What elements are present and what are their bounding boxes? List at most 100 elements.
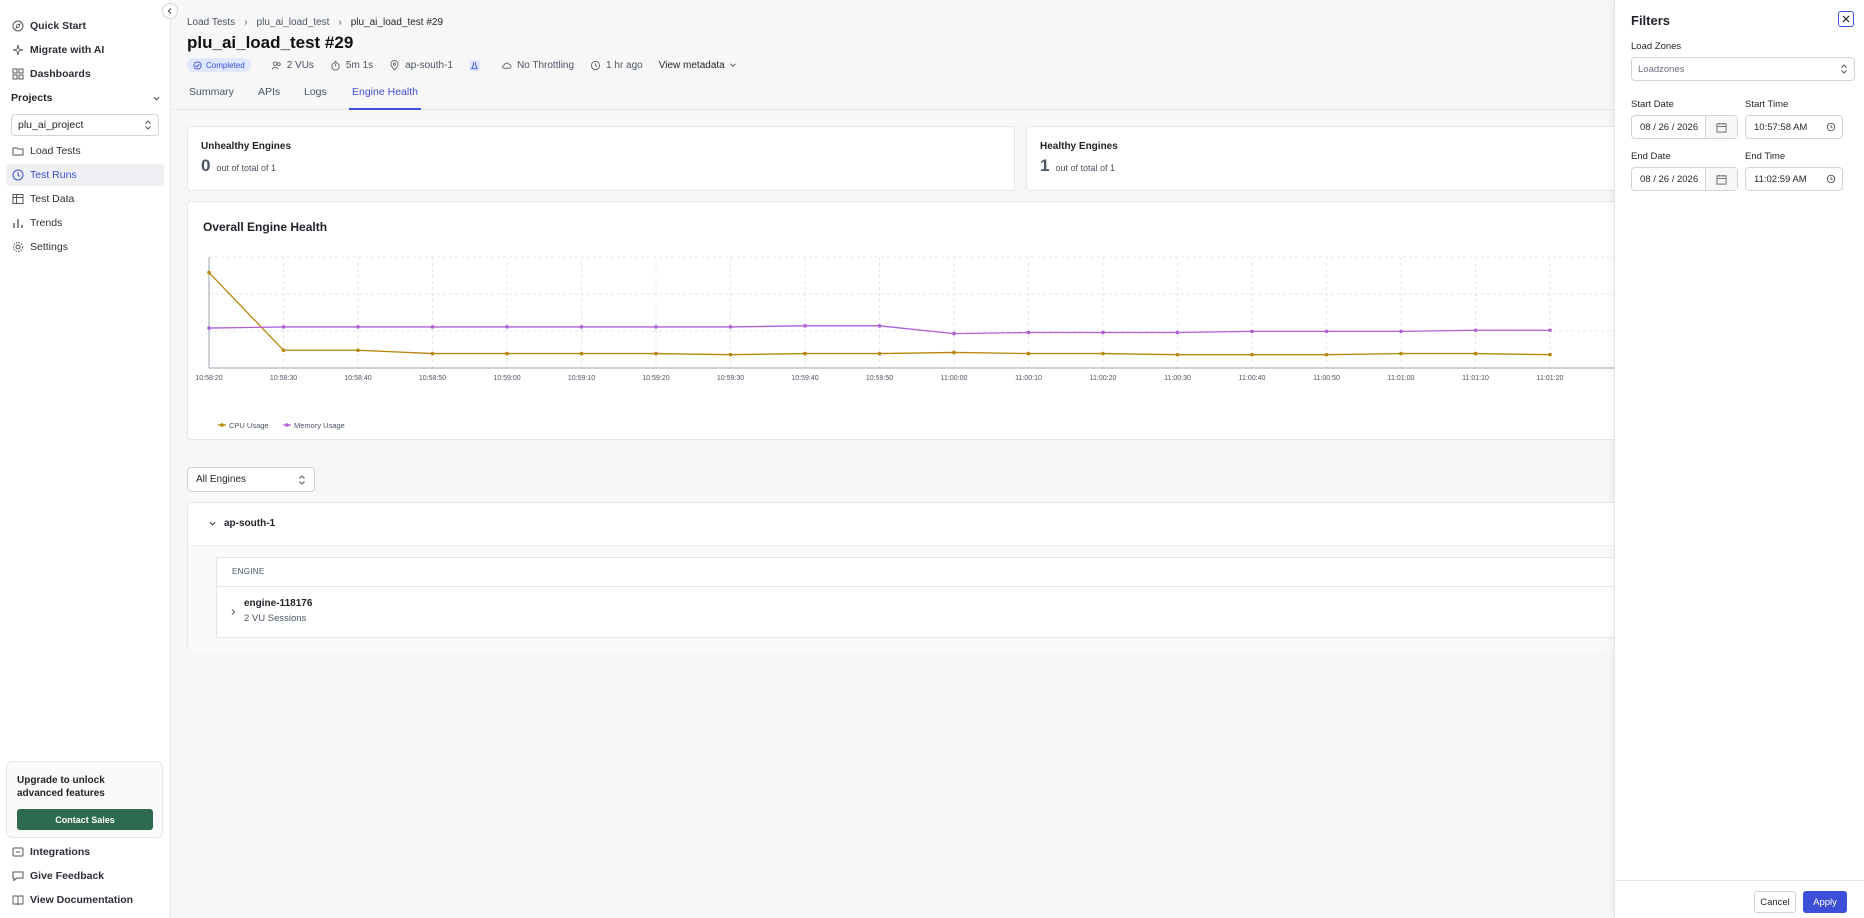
project-select[interactable]: plu_ai_project [11, 114, 159, 136]
compass-icon [12, 20, 24, 32]
breadcrumb-link[interactable]: Load Tests [187, 17, 235, 28]
calendar-icon[interactable] [1705, 168, 1737, 190]
data-point [728, 352, 733, 357]
x-tick-label: 11:00:20 [1090, 375, 1117, 382]
chevron-down-icon [153, 96, 160, 101]
start-date-input[interactable]: 08 / 26 / 2026 [1631, 115, 1738, 139]
sidebar-item-label: View Documentation [30, 894, 134, 906]
engines-filter-select[interactable]: All Engines [187, 467, 315, 492]
chat-icon [12, 871, 24, 882]
load-zones-select[interactable]: Loadzones [1631, 57, 1855, 81]
x-tick-label: 11:00:40 [1239, 375, 1266, 382]
clock-icon [1826, 122, 1836, 132]
book-icon [12, 895, 24, 906]
sidebar-item-integrations[interactable]: Integrations [6, 841, 164, 863]
folder-icon [12, 147, 24, 156]
grid-icon [12, 68, 24, 80]
run-metadata: Completed 2 VUs 5m 1s ap-south-1 No Thro… [187, 58, 758, 72]
main-content: Load Tests › plu_ai_load_test › plu_ai_l… [172, 0, 1629, 918]
chevron-down-icon [729, 63, 736, 67]
sidebar-item-migrate-with-ai[interactable]: Migrate with AI [6, 39, 164, 61]
sidebar-item-load-tests[interactable]: Load Tests [6, 140, 164, 162]
tab-summary[interactable]: Summary [186, 84, 237, 110]
end-date-input[interactable]: 08 / 26 / 2026 [1631, 167, 1738, 191]
load-zones-placeholder: Loadzones [1638, 63, 1685, 75]
duration-info: 5m 1s [330, 60, 373, 71]
data-point [356, 348, 360, 353]
data-point [1175, 330, 1180, 335]
data-point [281, 325, 286, 329]
cancel-button[interactable]: Cancel [1754, 891, 1796, 913]
sidebar-item-settings[interactable]: Settings [6, 236, 164, 258]
filters-panel: Filters Load Zones Loadzones Start Date … [1614, 0, 1864, 918]
projects-header[interactable]: Projects [11, 92, 161, 104]
x-tick-label: 11:01:00 [1388, 375, 1415, 382]
x-tick-label: 11:01:20 [1537, 375, 1564, 382]
start-time-label: Start Time [1745, 99, 1789, 110]
sidebar-item-label: Migrate with AI [30, 44, 105, 56]
x-tick-label: 10:59:20 [642, 375, 669, 382]
calendar-icon[interactable] [1705, 116, 1737, 138]
sidebar-item-quick-start[interactable]: Quick Start [6, 15, 164, 37]
region-group-toggle[interactable]: ap-south-1 [208, 518, 275, 529]
clock-icon [1826, 174, 1836, 184]
updown-icon [1841, 64, 1847, 74]
vus-info: 2 VUs [271, 60, 314, 71]
upgrade-card: Upgrade to unlock advanced features Cont… [6, 761, 163, 838]
sidebar-item-give-feedback[interactable]: Give Feedback [6, 865, 164, 887]
collapse-sidebar-button[interactable] [162, 3, 178, 19]
tab-bar: Summary APIs Logs Engine Health [172, 84, 1616, 110]
healthy-label: Healthy Engines [1040, 141, 1118, 152]
data-point [803, 324, 807, 328]
tab-apis[interactable]: APIs [255, 84, 283, 110]
data-point [505, 325, 509, 329]
upgrade-text: Upgrade to unlock advanced features [17, 775, 105, 799]
data-point [654, 325, 658, 329]
engines-filter-value: All Engines [196, 474, 247, 485]
breadcrumb-link[interactable]: plu_ai_load_test [257, 17, 330, 28]
legend-label: Memory Usage [294, 421, 345, 430]
bar-chart-icon [13, 219, 23, 228]
breadcrumb: Load Tests › plu_ai_load_test › plu_ai_l… [187, 17, 443, 28]
throttling-info: No Throttling [501, 60, 574, 71]
data-point [1101, 330, 1105, 335]
region-info: ap-south-1 [389, 60, 453, 71]
data-point [430, 351, 435, 356]
sidebar-item-dashboards[interactable]: Dashboards [6, 63, 164, 85]
sidebar-item-view-documentation[interactable]: View Documentation [6, 889, 164, 911]
sparkle-icon [12, 44, 24, 56]
data-point [1548, 352, 1552, 357]
time-ago-text: 1 hr ago [606, 59, 643, 71]
data-point [728, 325, 733, 329]
start-time-input[interactable]: 10:57:58 AM [1745, 115, 1843, 139]
contact-sales-button[interactable]: Contact Sales [17, 809, 153, 830]
sidebar-item-label: Integrations [30, 846, 91, 858]
data-point [579, 325, 584, 329]
tab-logs[interactable]: Logs [301, 84, 330, 110]
data-point [505, 351, 509, 356]
data-point [654, 351, 658, 356]
apply-button[interactable]: Apply [1803, 891, 1847, 913]
tab-engine-health[interactable]: Engine Health [349, 84, 421, 110]
data-point [356, 325, 360, 329]
data-point [952, 331, 956, 336]
sidebar-item-trends[interactable]: Trends [6, 212, 164, 234]
x-tick-label: 11:00:30 [1164, 375, 1191, 382]
view-metadata-button[interactable]: View metadata [659, 60, 742, 71]
end-time-input[interactable]: 11:02:59 AM [1745, 167, 1843, 191]
stopwatch-icon [331, 60, 340, 71]
end-date-label: End Date [1631, 151, 1671, 162]
close-filters-button[interactable] [1838, 11, 1854, 27]
data-point [207, 326, 211, 330]
data-point [281, 348, 286, 353]
sidebar-item-test-runs[interactable]: Test Runs [6, 164, 164, 186]
sidebar-item-test-data[interactable]: Test Data [6, 188, 164, 210]
x-tick-label: 11:00:10 [1015, 375, 1042, 382]
start-time-value: 10:57:58 AM [1754, 121, 1808, 133]
gear-icon [13, 242, 23, 252]
table-row[interactable]: engine-118176 2 VU Sessions [217, 587, 1629, 638]
users-icon [271, 60, 281, 69]
healthy-count: 1 [1040, 156, 1050, 175]
region-group-label: ap-south-1 [224, 518, 276, 529]
status-badge: Completed [187, 58, 251, 72]
